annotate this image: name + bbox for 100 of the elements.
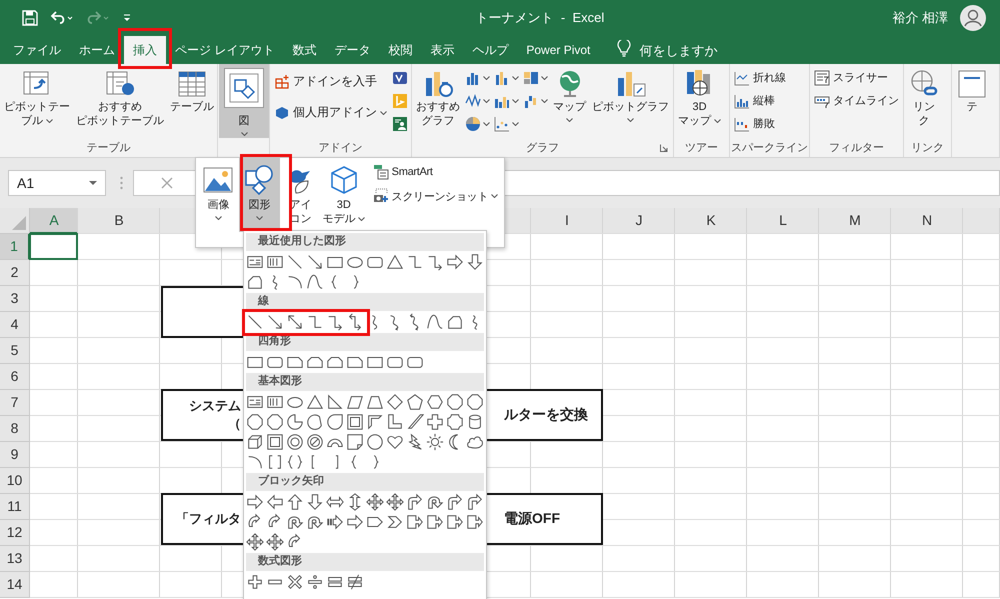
cross-icon[interactable]: [426, 413, 444, 431]
ribbon-tab[interactable]: ホーム: [70, 36, 124, 64]
pentagon-icon[interactable]: [406, 393, 424, 411]
arc-icon[interactable]: [246, 453, 264, 471]
elbow-arrow-icon[interactable]: [346, 313, 364, 331]
divide-icon[interactable]: [306, 573, 324, 591]
down-arrow-icon[interactable]: [466, 253, 484, 271]
chevron-icon[interactable]: [386, 513, 404, 531]
arc-icon[interactable]: [286, 273, 304, 291]
line-icon[interactable]: [246, 313, 264, 331]
undo-icon[interactable]: [50, 10, 74, 26]
elbow-line-icon[interactable]: [306, 313, 324, 331]
avatar-icon[interactable]: [960, 5, 986, 31]
column-header[interactable]: A: [30, 208, 78, 234]
double-arrow-icon[interactable]: [286, 313, 304, 331]
column-header[interactable]: N: [891, 208, 963, 234]
brace-pair-icon[interactable]: [286, 453, 304, 471]
plus-icon[interactable]: [246, 573, 264, 591]
up-arrow-icon[interactable]: [286, 493, 304, 511]
ribbon-button[interactable]: 個人用アドイン: [271, 97, 390, 128]
octagon-icon[interactable]: [266, 413, 284, 431]
bent-arrow-icon[interactable]: [466, 493, 484, 511]
ribbon-tab[interactable]: 挿入: [124, 36, 166, 64]
left-arrow-icon[interactable]: [266, 493, 284, 511]
row-header[interactable]: 1: [0, 234, 30, 260]
four-way-arrow-icon[interactable]: [266, 533, 284, 551]
ribbon-button[interactable]: リン ク: [905, 66, 943, 136]
chord-icon[interactable]: [306, 413, 324, 431]
ribbon-button[interactable]: 勝敗: [731, 112, 789, 135]
folded-corner-icon[interactable]: [346, 433, 364, 451]
menu-button[interactable]: SmartArt: [370, 160, 501, 184]
menu-button[interactable]: スクリーンショット: [370, 184, 501, 208]
row-header[interactable]: 10: [0, 468, 30, 494]
row-header[interactable]: 4: [0, 312, 30, 338]
ribbon-tab[interactable]: 表示: [421, 36, 464, 64]
ribbon-button[interactable]: 縦棒: [731, 89, 789, 112]
row-header[interactable]: 11: [0, 494, 30, 520]
ribbon-button[interactable]: アドインを入手: [271, 66, 390, 97]
ribbon-tab[interactable]: ファイル: [4, 36, 70, 64]
row-header[interactable]: 12: [0, 520, 30, 546]
ribbon-button[interactable]: おすすめ グラフ: [413, 66, 463, 136]
arrow-callout-icon[interactable]: [466, 513, 484, 531]
ribbon-button[interactable]: マップ: [550, 66, 589, 136]
name-box[interactable]: A1: [8, 170, 106, 196]
ribbon-tab[interactable]: 校閲: [379, 36, 422, 64]
menu-button[interactable]: 画像: [201, 158, 236, 232]
vertical-text-box-icon[interactable]: [266, 253, 284, 271]
donut-icon[interactable]: [286, 433, 304, 451]
ribbon-button[interactable]: スライサー: [811, 66, 902, 89]
text-box-icon[interactable]: [246, 253, 264, 271]
cylinder-icon[interactable]: [466, 413, 484, 431]
l-shape-icon[interactable]: [386, 413, 404, 431]
customize-icon[interactable]: [122, 12, 132, 24]
circle-icon[interactable]: [366, 433, 384, 451]
triangle-icon[interactable]: [386, 253, 404, 271]
sun-icon[interactable]: [426, 433, 444, 451]
ribbon-button[interactable]: ピボットグラフ: [589, 66, 672, 136]
octagon-icon[interactable]: [466, 393, 484, 411]
right-arrow-icon[interactable]: [246, 493, 264, 511]
ribbon-button[interactable]: ピボットテー ブル: [1, 66, 73, 136]
ribbon-button[interactable]: 3D マップ: [675, 66, 724, 136]
freeform-icon[interactable]: [246, 273, 264, 291]
half-frame-icon[interactable]: [366, 413, 384, 431]
multiply-icon[interactable]: [286, 573, 304, 591]
lightning-icon[interactable]: [406, 433, 424, 451]
dialog-launcher-icon[interactable]: [660, 144, 668, 152]
arrow-callout-icon[interactable]: [426, 513, 444, 531]
arrow-callout-icon[interactable]: [406, 513, 424, 531]
ribbon-tab[interactable]: 数式: [283, 36, 326, 64]
pie-icon[interactable]: [286, 413, 304, 431]
frame-icon[interactable]: [266, 433, 284, 451]
save-icon[interactable]: [22, 10, 38, 26]
right-arrow-icon[interactable]: [346, 513, 364, 531]
column-header[interactable]: M: [819, 208, 891, 234]
down-arrow-icon[interactable]: [306, 493, 324, 511]
trapezoid-icon[interactable]: [366, 393, 384, 411]
ribbon-button[interactable]: 折れ線: [731, 66, 789, 89]
parallelogram-icon[interactable]: [346, 393, 364, 411]
row-header[interactable]: 2: [0, 260, 30, 286]
menu-button[interactable]: 3D モデル: [320, 158, 367, 232]
octagon-icon[interactable]: [446, 393, 464, 411]
arrow-callout-icon[interactable]: [446, 513, 464, 531]
row-header[interactable]: 5: [0, 338, 30, 364]
not-equal-icon[interactable]: [346, 573, 364, 591]
bracket-pair-icon[interactable]: [266, 453, 284, 471]
ribbon-tab[interactable]: ヘルプ: [463, 36, 518, 64]
text-box-icon[interactable]: [246, 393, 264, 411]
arrow-icon[interactable]: [306, 253, 324, 271]
right-triangle-icon[interactable]: [326, 393, 344, 411]
vertical-text-box-icon[interactable]: [266, 393, 284, 411]
hexagon-icon[interactable]: [426, 393, 444, 411]
ribbon-tab[interactable]: Power Pivot: [517, 36, 600, 64]
column-header[interactable]: K: [675, 208, 747, 234]
elbow-arrow-icon[interactable]: [426, 253, 444, 271]
ribbon-button[interactable]: 図: [219, 64, 269, 138]
striped-arrow-icon[interactable]: [326, 513, 344, 531]
user-name[interactable]: 裕介 相澤: [892, 9, 948, 27]
row-header[interactable]: 6: [0, 364, 30, 390]
ribbon-tab[interactable]: データ: [325, 36, 380, 64]
ribbon-button[interactable]: テ: [953, 66, 991, 136]
